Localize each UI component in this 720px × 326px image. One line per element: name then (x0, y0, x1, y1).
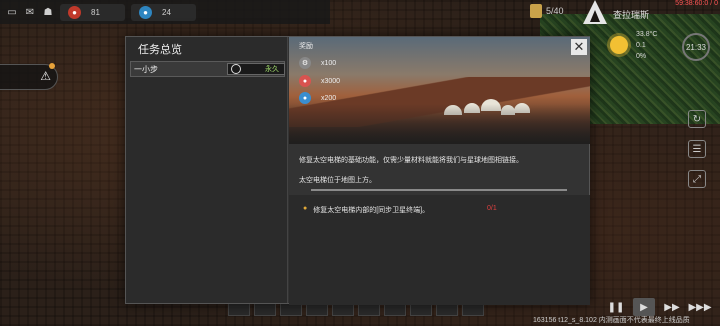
blue-coin-icon: ● (299, 92, 311, 104)
expand-icon[interactable]: ⤢ (688, 170, 706, 188)
weather-panel: 33.8°C 0.1 0% 21:33 (610, 31, 718, 65)
blue-coin-icon: ● (139, 5, 152, 19)
population-value: 5/40 (546, 6, 564, 16)
red-coin-icon: ● (68, 5, 81, 19)
goal-area: ● 修复太空电梯内部的[同步卫星终端]。 0/1 (289, 195, 590, 305)
dialog-title: 任务总览 (138, 44, 182, 56)
mail-icon[interactable]: ✉ (24, 7, 36, 18)
gear-token-icon: ⚙ (299, 57, 311, 69)
game-clock: 59:38:60:0 / 0 (675, 0, 718, 7)
sun-icon (610, 36, 628, 54)
faction-logo (583, 0, 607, 24)
clipboard-icon[interactable]: ☰ (688, 140, 706, 158)
red-coin-icon: ● (299, 75, 311, 87)
goal-text: 修复太空电梯内部的[同步卫星终端]。 (313, 207, 430, 214)
bullet-icon: ● (303, 205, 308, 212)
rotate-icon[interactable]: ↻ (688, 110, 706, 128)
temperature: 33.8°C (636, 31, 658, 38)
top-bar: ▭ ✉ ☗ ● 81 ● 24 (0, 0, 330, 24)
resource-blue-value: 24 (162, 7, 171, 17)
quest-list-panel: 任务总览 一小步 永久 (126, 37, 288, 303)
wind: 0.1 (636, 42, 646, 49)
reward-item: ● x200 (299, 92, 336, 104)
quest-description: 修复太空电梯的基础功能，仅需少量材料就能将我们与星球地图相链接。 (299, 157, 523, 164)
reward-amount: x100 (321, 59, 337, 67)
fast-forward-icon[interactable]: ▶▶ (661, 298, 683, 316)
chat-icon[interactable]: ▭ (6, 7, 18, 18)
quest-item[interactable]: 一小步 永久 (130, 61, 285, 77)
quest-location: 太空电梯位于地图上方。 (299, 177, 376, 184)
reward-amount: x3000 (321, 77, 341, 85)
reward-amount: x200 (321, 94, 337, 102)
quest-banner-image: 奖励 ⚙ x100 ● x3000 ● x200 (289, 37, 590, 144)
side-tools: ↻ ☰ ⤢ (688, 110, 706, 188)
quest-dialog: 任务总览 一小步 永久 奖励 ⚙ x100 ● x3000 ● x200 ✕ 修… (125, 36, 590, 305)
rain: 0% (636, 53, 647, 60)
population-counter[interactable]: 5/40 (530, 4, 564, 18)
goal-progress: 0/1 (487, 205, 497, 212)
clock-icon (231, 64, 241, 74)
notification-dot (49, 63, 55, 69)
version-text: 163156 t12_s_8.102 内测画面不代表最终上线品质 (533, 317, 690, 324)
quest-duration: 永久 (227, 63, 285, 75)
player-name[interactable]: 查拉瑞斯 (613, 8, 649, 21)
quest-duration-value: 永久 (265, 66, 279, 73)
fastest-icon[interactable]: ▶▶▶ (688, 298, 711, 316)
speed-controls: ❚❚ ▶ ▶▶ ▶▶▶ (605, 298, 712, 316)
rewards-label: 奖励 (299, 43, 313, 50)
play-icon[interactable]: ▶ (633, 298, 655, 316)
quest-detail-panel: 奖励 ⚙ x100 ● x3000 ● x200 ✕ 修复太空电梯的基础功能，仅… (289, 37, 590, 305)
pause-icon[interactable]: ❚❚ (605, 298, 627, 316)
divider (311, 189, 567, 191)
reward-item: ⚙ x100 (299, 57, 336, 69)
time-badge[interactable]: 21:33 (682, 33, 710, 61)
resource-blue[interactable]: ● 24 (131, 3, 196, 21)
warning-icon: ⚠ (40, 69, 51, 83)
goal-item: ● 修复太空电梯内部的[同步卫星终端]。 (303, 205, 429, 215)
reward-item: ● x3000 (299, 75, 340, 87)
person-icon[interactable]: ☗ (42, 7, 54, 18)
population-icon (530, 4, 542, 18)
alert-tab[interactable]: ⚠ (0, 63, 58, 90)
resource-red-value: 81 (91, 7, 100, 17)
close-button[interactable]: ✕ (571, 39, 587, 55)
resource-red[interactable]: ● 81 (60, 3, 125, 21)
quest-name: 一小步 (134, 64, 158, 74)
